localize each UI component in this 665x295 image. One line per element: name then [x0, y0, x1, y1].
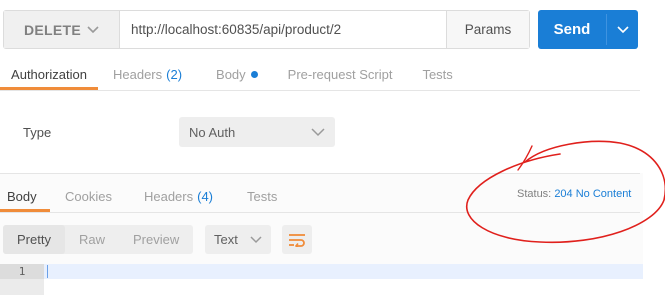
tab-label: Headers: [143, 188, 194, 204]
chevron-down-icon: [250, 235, 262, 243]
tab-body[interactable]: Body: [209, 58, 265, 90]
view-mode-toggle: Pretty Raw Preview: [3, 225, 194, 254]
method-select[interactable]: DELETE: [4, 11, 120, 48]
request-tabs: Authorization Headers (2) Body Pre-reque…: [0, 58, 460, 90]
tab-response-tests[interactable]: Tests: [240, 180, 284, 212]
view-label: Preview: [132, 232, 180, 247]
view-label: Raw: [78, 232, 105, 247]
view-label: Pretty: [17, 232, 51, 247]
tab-authorization[interactable]: Authorization: [0, 58, 98, 90]
send-dropdown-button[interactable]: [607, 10, 638, 49]
modified-dot-icon: [250, 70, 258, 78]
send-label: Send: [553, 21, 591, 38]
status-label: Status:: [517, 188, 552, 200]
tab-label: Tests: [422, 66, 453, 82]
tab-label: Pre-request Script: [287, 66, 393, 82]
view-pretty-button[interactable]: Pretty: [3, 225, 65, 254]
text-cursor: [47, 265, 48, 278]
tab-count: (2): [166, 66, 183, 82]
response-tabs: Body Cookies Headers (4) Tests: [0, 180, 284, 212]
view-preview-button[interactable]: Preview: [119, 225, 193, 254]
params-button[interactable]: Params: [447, 11, 529, 48]
status-value[interactable]: 204 No Content: [554, 188, 631, 200]
params-label: Params: [464, 22, 512, 37]
tab-cookies[interactable]: Cookies: [58, 180, 119, 212]
view-raw-button[interactable]: Raw: [65, 225, 119, 254]
response-status: Status: 204 No Content: [517, 188, 631, 200]
tab-pre-request-script[interactable]: Pre-request Script: [281, 58, 400, 90]
format-value: Text: [214, 232, 238, 247]
chevron-down-icon: [87, 25, 99, 33]
wrap-lines-button[interactable]: [282, 225, 312, 254]
tab-response-headers[interactable]: Headers (4): [137, 180, 220, 212]
tab-label: Authorization: [11, 66, 87, 82]
response-tabs-divider: [0, 212, 640, 213]
auth-type-select[interactable]: No Auth: [179, 117, 335, 147]
tab-label: Cookies: [65, 188, 112, 204]
wrap-lines-icon: [289, 233, 305, 247]
tabs-divider: [0, 90, 640, 91]
auth-type-label: Type: [23, 125, 52, 140]
url-input[interactable]: http://localhost:60835/api/product/2: [120, 11, 447, 48]
response-body-editor[interactable]: 1: [0, 264, 643, 295]
tab-headers[interactable]: Headers (2): [106, 58, 189, 90]
url-text: http://localhost:60835/api/product/2: [131, 22, 342, 37]
tab-count: (4): [197, 188, 213, 204]
request-bar: DELETE http://localhost:60835/api/produc…: [3, 10, 530, 49]
chevron-down-icon: [616, 25, 629, 33]
tab-tests[interactable]: Tests: [415, 58, 459, 90]
auth-type-value: No Auth: [189, 124, 236, 140]
active-line-highlight: [44, 264, 643, 279]
format-select[interactable]: Text: [205, 225, 271, 254]
tab-label: Tests: [247, 188, 278, 204]
tab-label: Body: [7, 188, 37, 204]
tab-response-body[interactable]: Body: [0, 180, 50, 212]
chevron-down-icon: [311, 127, 325, 136]
send-button-group: Send: [538, 10, 638, 49]
method-label: DELETE: [24, 21, 82, 38]
tab-label: Body: [216, 66, 246, 82]
response-divider: [0, 173, 640, 174]
send-button[interactable]: Send: [538, 10, 606, 49]
tab-label: Headers: [113, 66, 163, 82]
line-number: 1: [0, 264, 44, 279]
